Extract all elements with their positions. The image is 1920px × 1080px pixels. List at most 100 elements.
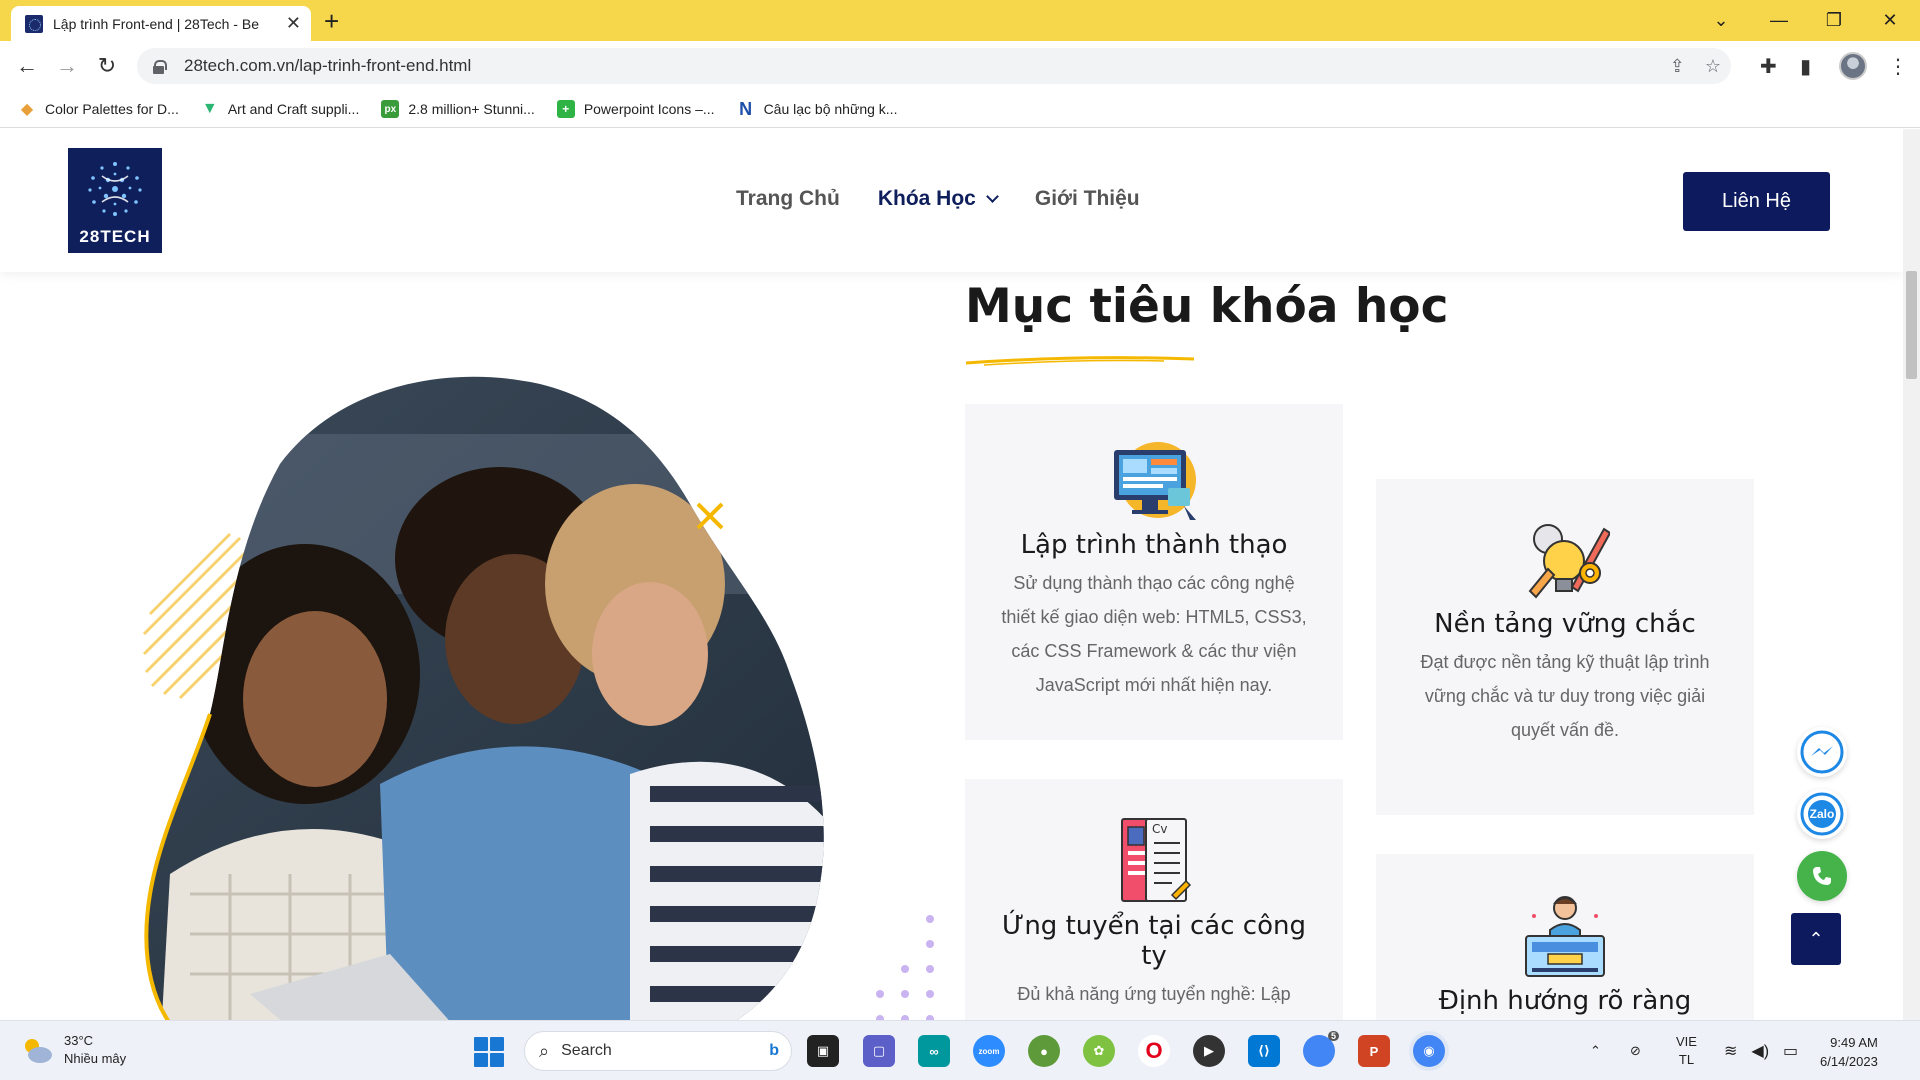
px-favicon-icon: px <box>381 100 400 118</box>
site-logo[interactable]: 28TECH <box>68 148 162 253</box>
plus-favicon-icon: + <box>556 100 575 118</box>
new-tab-icon[interactable]: + <box>324 6 339 36</box>
card-desc-line: trình Front-end tại các công ty. <box>989 1011 1319 1020</box>
bookmark-item[interactable]: px 2.8 million+ Stunni... <box>381 100 535 118</box>
main-menu: Trang Chủ Khóa Học Giới Thiệu <box>736 187 1140 211</box>
media-player-icon[interactable]: ▶ <box>1193 1035 1225 1067</box>
chrome-active-icon[interactable]: ◉ <box>1413 1035 1445 1067</box>
card-title: Ứng tuyển tại các công ty <box>1002 911 1306 971</box>
powerpoint-icon[interactable]: P <box>1358 1035 1390 1067</box>
messenger-button[interactable] <box>1797 727 1847 777</box>
goal-card: Nền tảng vững chắc Đạt được nền tảng kỹ … <box>1376 479 1754 815</box>
phone-button[interactable] <box>1797 851 1847 901</box>
address-bar[interactable]: 28tech.com.vn/lap-trinh-front-end.html ⇪… <box>137 48 1731 84</box>
close-window-icon[interactable]: ✕ <box>1862 0 1918 41</box>
reload-icon[interactable]: ↻ <box>90 50 124 82</box>
zalo-button[interactable]: Zalo <box>1797 789 1847 839</box>
vscode-icon[interactable]: ⟨⟩ <box>1248 1035 1280 1067</box>
title-underline-decoration <box>965 356 1195 366</box>
bookmark-item[interactable]: N Câu lạc bộ những k... <box>737 98 898 119</box>
arduino-icon[interactable]: ∞ <box>918 1035 950 1067</box>
extensions-puzzle-icon[interactable]: ✚ <box>1760 54 1777 79</box>
task-view-icon[interactable]: ▣ <box>807 1035 839 1067</box>
forward-arrow-icon[interactable]: → <box>50 50 84 82</box>
system-tray-icons[interactable]: ≋ ◀) ▭ <box>1724 1021 1798 1080</box>
contact-button[interactable]: Liên Hệ <box>1683 172 1830 231</box>
messenger-icon <box>1800 730 1844 774</box>
card-description: Đủ khả năng ứng tuyển nghề: Lập trình Fr… <box>989 977 1319 1020</box>
keyboard-layout: TL <box>1678 1052 1695 1067</box>
page-scrollbar[interactable] <box>1903 129 1920 1020</box>
language-indicator[interactable]: VIE TL <box>1676 1021 1697 1080</box>
tray-overflow-icon[interactable]: ⌃ <box>1590 1021 1601 1080</box>
bookmark-label: Câu lạc bộ những k... <box>763 101 898 117</box>
card-desc-line: Đủ khả năng ứng tuyển nghề: Lập <box>1017 984 1291 1004</box>
cv-document-icon: Cv <box>1121 818 1192 902</box>
menu-item-courses-label: Khóa Học <box>877 187 976 210</box>
minimize-icon[interactable]: — <box>1751 0 1807 41</box>
section-title: Mục tiêu khóa học <box>965 279 1449 334</box>
presenter-board-icon <box>1525 896 1605 977</box>
chrome-menu-icon[interactable]: ⋮ <box>1888 54 1908 79</box>
side-panel-icon[interactable]: ▮ <box>1800 54 1811 79</box>
zalo-label: Zalo <box>1809 807 1835 821</box>
card-description: Sử dụng thành thạo các công nghệ thiết k… <box>989 566 1319 702</box>
browser-tab-active[interactable]: Lập trình Front-end | 28Tech - Be ✕ <box>11 6 311 41</box>
bing-icon: b <box>769 1042 779 1059</box>
volume-icon: ◀) <box>1751 1043 1770 1060</box>
card-title: Nền tảng vững chắc <box>1434 609 1696 639</box>
bookmark-item[interactable]: ◆ Color Palettes for D... <box>18 100 179 118</box>
app-leaf-icon[interactable]: ✿ <box>1083 1035 1115 1067</box>
opera-icon[interactable]: O <box>1138 1035 1170 1067</box>
close-tab-icon[interactable]: ✕ <box>286 13 301 34</box>
restore-icon[interactable]: ❐ <box>1806 0 1862 41</box>
card-desc-line: Đạt được nền tảng kỹ thuật lập trình <box>1420 652 1710 672</box>
card-title: Định hướng rõ ràng <box>1438 986 1692 1016</box>
goal-card: Định hướng rõ ràng <box>1376 854 1754 1020</box>
zoom-icon[interactable]: zoom <box>973 1035 1005 1067</box>
profile-avatar[interactable] <box>1839 52 1867 80</box>
goal-card: Lập trình thành thạo Sử dụng thành thạo … <box>965 404 1343 740</box>
card-desc-line: các CSS Framework & các thư viện <box>1011 641 1297 661</box>
logo-text: 28TECH <box>79 227 151 246</box>
windows-taskbar: 33°C Nhiều mây ⌕ Search b ▣ ▢ ∞ zoom ● ✿… <box>0 1020 1920 1080</box>
menu-item-home[interactable]: Trang Chủ <box>736 187 840 211</box>
menu-item-courses[interactable]: Khóa Học <box>877 187 999 211</box>
bookmark-label: 2.8 million+ Stunni... <box>408 101 535 117</box>
teams-chat-icon[interactable]: ▢ <box>863 1035 895 1067</box>
menu-item-about[interactable]: Giới Thiệu <box>1035 187 1140 211</box>
scrollbar-thumb[interactable] <box>1906 271 1917 379</box>
bookmark-item[interactable]: + Powerpoint Icons –... <box>556 100 715 118</box>
card-desc-line: JavaScript mới nhất hiện nay. <box>1035 675 1273 695</box>
tab-title: Lập trình Front-end | 28Tech - Be <box>53 15 259 32</box>
back-arrow-icon[interactable]: ← <box>10 50 44 82</box>
windows-start-button[interactable] <box>474 1037 504 1067</box>
notion-n-favicon-icon: N <box>739 98 753 119</box>
site-header: 28TECH Trang Chủ Khóa Học Giới Thiệu Liê… <box>0 129 1903 272</box>
tab-search-chevron-icon[interactable]: ⌄ <box>1693 0 1749 41</box>
phone-icon <box>1813 867 1831 885</box>
bookmark-label: Art and Craft suppli... <box>227 101 360 117</box>
wifi-icon: ≋ <box>1724 1043 1738 1060</box>
share-icon[interactable]: ⇪ <box>1670 56 1685 77</box>
bookmark-star-icon[interactable]: ☆ <box>1705 56 1721 77</box>
bookmark-item[interactable]: ▼ Art and Craft suppli... <box>201 100 360 118</box>
chrome-badge: 5 <box>1327 1031 1339 1041</box>
bookmark-label: Color Palettes for D... <box>45 101 179 117</box>
bookmark-label: Powerpoint Icons –... <box>583 101 715 117</box>
card-desc-line: vững chắc và tư duy trong việc giải <box>1424 686 1706 706</box>
site-favicon-icon <box>25 14 43 33</box>
taskbar-clock[interactable]: 9:49 AM 6/14/2023 <box>1820 1033 1878 1071</box>
network-off-icon[interactable]: ⊘ <box>1630 1021 1641 1080</box>
browser-toolbar: ← → ↻ 28tech.com.vn/lap-trinh-front-end.… <box>0 41 1920 91</box>
lock-icon[interactable] <box>153 59 167 74</box>
monitor-code-icon <box>1114 442 1196 520</box>
weather-widget[interactable]: 33°C Nhiều mây <box>20 1032 126 1068</box>
url-text[interactable]: 28tech.com.vn/lap-trinh-front-end.html <box>184 56 471 76</box>
app-chameleon-icon[interactable]: ● <box>1028 1035 1060 1067</box>
back-to-top-button[interactable]: ⌃ <box>1791 913 1841 965</box>
yellow-x-decoration <box>696 502 724 530</box>
palette-favicon-icon: ◆ <box>20 101 34 118</box>
taskbar-search[interactable]: ⌕ Search b <box>524 1031 792 1071</box>
chrome-profile-icon[interactable]: 5 <box>1303 1031 1339 1067</box>
